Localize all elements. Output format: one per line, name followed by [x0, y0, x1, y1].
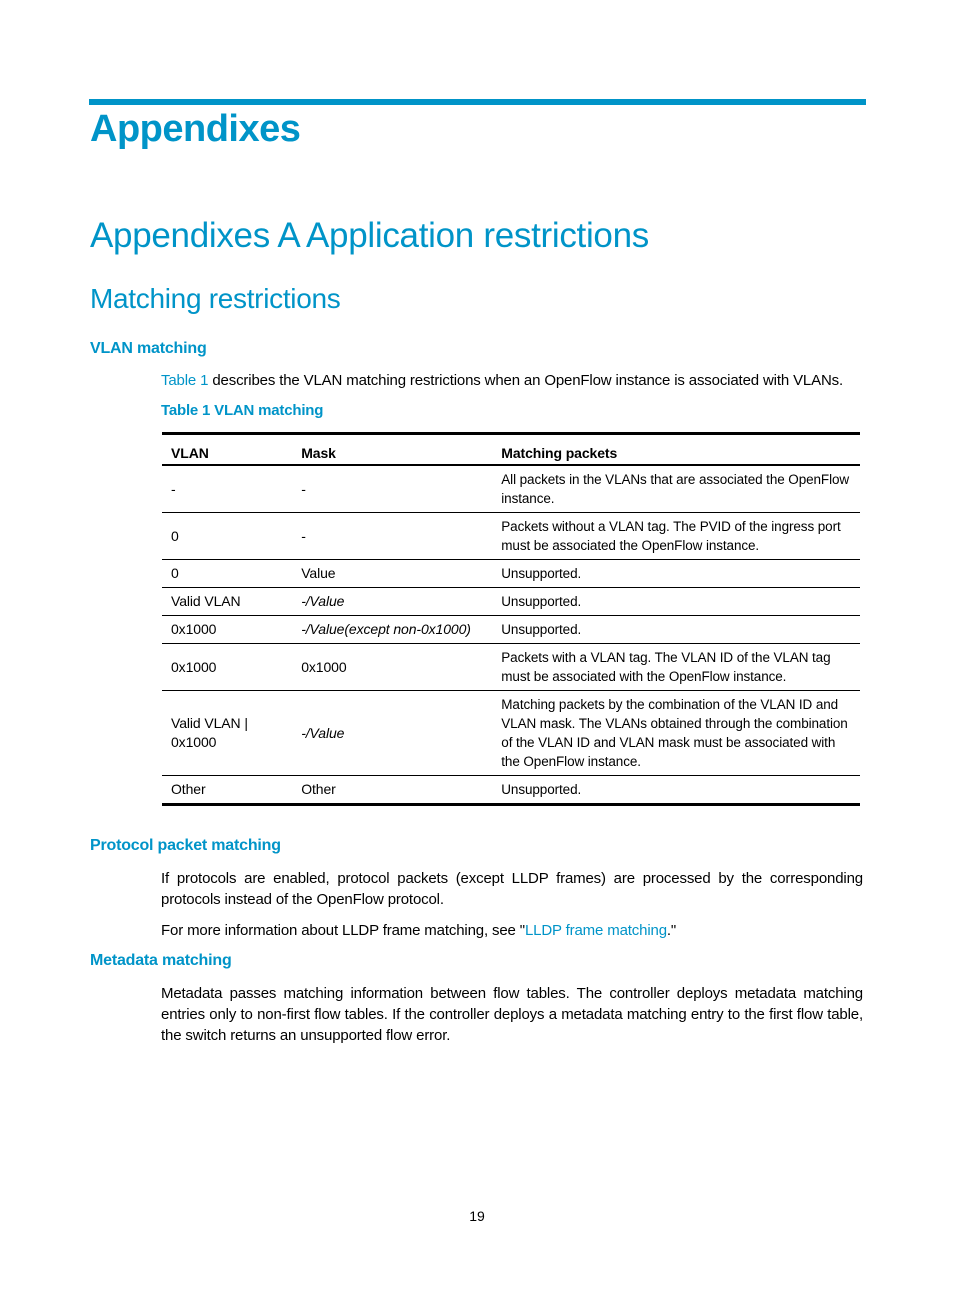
vlan-matching-table: VLAN Mask Matching packets - - All packe…	[162, 432, 860, 806]
table-row: 0 - Packets without a VLAN tag. The PVID…	[162, 513, 860, 560]
cell-matching: Unsupported.	[501, 566, 582, 581]
vlan-matching-intro: Table 1 describes the VLAN matching rest…	[161, 370, 863, 391]
cell-vlan: 0	[171, 527, 179, 544]
chapter-rule	[89, 99, 866, 105]
table-caption: Table 1 VLAN matching	[161, 402, 324, 419]
table-row: - - All packets in the VLANs that are as…	[162, 465, 860, 513]
lldp-reference-paragraph: For more information about LLDP frame ma…	[161, 920, 863, 941]
cell-mask: Value	[301, 565, 336, 581]
cell-vlan: 0x1000	[171, 658, 217, 675]
section-title: Appendixes A Application restrictions	[90, 216, 649, 255]
cell-matching: Unsupported.	[501, 622, 582, 637]
cell-mask: -/Value	[301, 724, 345, 741]
cell-matching: Packets with a VLAN tag. The VLAN ID of …	[501, 650, 831, 684]
vlan-matching-intro-text: describes the VLAN matching restrictions…	[208, 372, 844, 389]
subsection-title: Matching restrictions	[90, 283, 341, 314]
table-row: Valid VLAN | 0x1000 -/Value Matching pac…	[162, 691, 860, 776]
cell-vlan: Valid VLAN | 0x1000	[171, 715, 248, 750]
table-row: Valid VLAN -/Value Unsupported.	[162, 588, 860, 616]
table-row: Other Other Unsupported.	[162, 776, 860, 805]
table-row: 0x1000 0x1000 Packets with a VLAN tag. T…	[162, 644, 860, 691]
cell-mask: -/Value(except non-0x1000)	[301, 621, 471, 637]
cell-vlan: Valid VLAN	[171, 593, 241, 609]
protocol-packet-matching-heading: Protocol packet matching	[90, 837, 281, 854]
protocol-packet-matching-paragraph: If protocols are enabled, protocol packe…	[161, 870, 863, 908]
column-header-mask: Mask	[301, 445, 336, 461]
cell-mask: -	[301, 527, 306, 544]
table-1-link[interactable]: Table 1	[161, 372, 208, 389]
cell-vlan: Other	[171, 781, 206, 797]
cell-mask: -	[301, 480, 306, 497]
cell-matching: All packets in the VLANs that are associ…	[501, 472, 850, 506]
vlan-matching-heading: VLAN matching	[90, 340, 207, 357]
cell-vlan: -	[171, 480, 176, 497]
column-header-vlan: VLAN	[171, 445, 209, 461]
cell-matching: Packets without a VLAN tag. The PVID of …	[501, 519, 841, 553]
page-number: 19	[469, 1208, 485, 1224]
cell-matching: Unsupported.	[501, 782, 582, 797]
chapter-title: Appendixes	[90, 108, 301, 150]
lldp-reference-prefix: For more information about LLDP frame ma…	[161, 922, 525, 939]
lldp-frame-matching-link[interactable]: LLDP frame matching	[525, 922, 667, 939]
column-header-matching-packets: Matching packets	[501, 445, 618, 461]
metadata-matching-paragraph: Metadata passes matching information bet…	[161, 985, 863, 1044]
cell-vlan: 0x1000	[171, 621, 217, 637]
cell-mask: -/Value	[301, 593, 345, 609]
table-row: 0 Value Unsupported.	[162, 560, 860, 588]
table-row: 0x1000 -/Value(except non-0x1000) Unsupp…	[162, 616, 860, 644]
cell-mask: 0x1000	[301, 658, 347, 675]
cell-matching: Unsupported.	[501, 594, 582, 609]
cell-matching: Matching packets by the combination of t…	[501, 697, 848, 769]
cell-vlan: 0	[171, 565, 179, 581]
table-header-row: VLAN Mask Matching packets	[162, 433, 860, 465]
cell-mask: Other	[301, 781, 336, 797]
metadata-matching-heading: Metadata matching	[90, 952, 232, 969]
lldp-reference-suffix: ."	[666, 922, 677, 939]
